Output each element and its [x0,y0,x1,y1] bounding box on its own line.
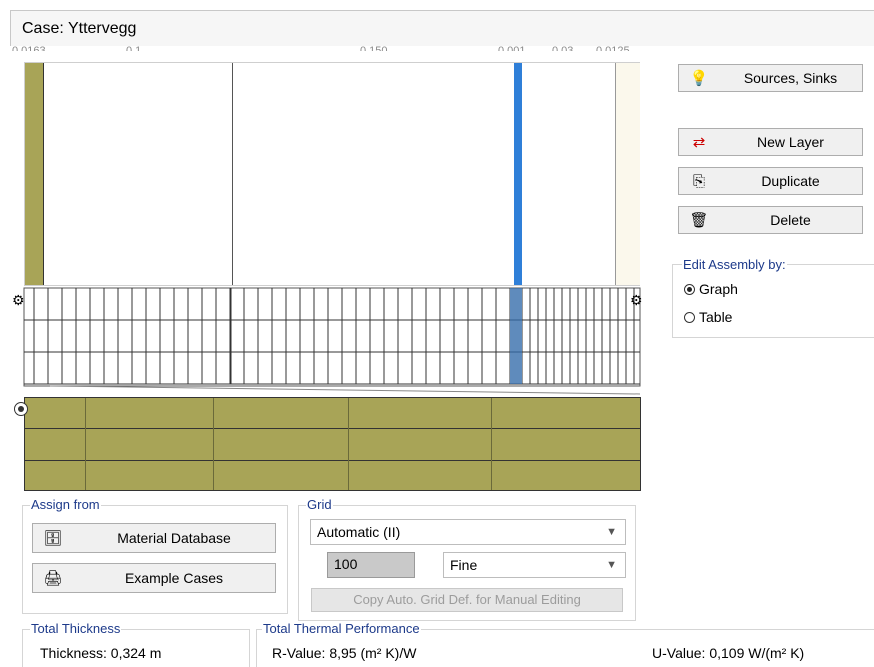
r-value: R-Value: 8,95 (m² K)/W [272,645,417,661]
example-cases-button[interactable]: 🖨 Example Cases [32,563,276,593]
delete-button[interactable]: 🗑 Delete [678,206,863,234]
ruler-label-2: 0.1 [126,45,142,51]
grid-left-handle-icon[interactable]: ⚙ [12,292,25,309]
delete-label: Delete [770,212,811,228]
radio-graph-dot[interactable] [684,283,695,295]
thickness-value: Thickness: 0,324 m [40,645,162,661]
ruler-label-3: 0.150 [360,45,388,51]
total-thickness-legend: Total Thickness [30,621,122,636]
bulb-faucet-icon: 💡 [689,70,709,87]
band-col-line [85,398,86,490]
band-col-line [213,398,214,490]
u-value: U-Value: 0,109 W/(m² K) [652,645,805,661]
target-icon[interactable] [14,402,28,416]
grid-fineness-value: Fine [450,557,478,573]
grid-mesh [23,287,641,395]
grid-right-handle-icon[interactable]: ⚙ [630,292,643,309]
edit-assembly-group [672,264,874,338]
radio-table-label: Table [699,309,733,325]
radio-graph[interactable]: Graph [684,281,738,297]
database-icon: 🗄 [43,530,63,547]
material-database-label: Material Database [117,530,231,546]
ruler-label-4: 0.001 [498,45,526,51]
radio-table-dot[interactable] [684,311,695,323]
new-layer-label: New Layer [757,134,824,150]
edit-assembly-legend: Edit Assembly by: [682,257,787,272]
assign-from-group [22,505,288,614]
band-row-line [25,460,640,461]
grid-mode-value: Automatic (II) [317,524,401,540]
band-col-line [348,398,349,490]
ruler-label-6: 0.0125 [596,45,630,51]
material-database-button[interactable]: 🗄 Material Database [32,523,276,553]
printer-icon: 🖨 [43,570,63,587]
layer-boundary [232,63,233,285]
thermal-performance-legend: Total Thermal Performance [262,621,421,636]
copy-grid-button[interactable]: Copy Auto. Grid Def. for Manual Editing [311,588,623,612]
band-row-line [25,428,640,429]
ruler-label-1: 0.0163 [12,45,46,51]
grid-count-input[interactable]: 100 [327,552,415,578]
layer-interior-board[interactable] [615,63,640,285]
radio-table[interactable]: Table [684,309,732,325]
duplicate-button[interactable]: ⎘ Duplicate [678,167,863,195]
case-title: Case: Yttervegg [22,20,137,37]
radio-graph-label: Graph [699,281,738,297]
duplicate-label: Duplicate [761,173,820,189]
band-col-line [491,398,492,490]
layer-vapor-barrier[interactable] [514,63,522,285]
new-layer-button[interactable]: ⇄ New Layer [678,128,863,156]
grid-fineness-select[interactable]: Fine ▼ [443,552,626,578]
ruler-label-5: 0.03 [552,45,574,51]
grid-legend: Grid [306,497,333,512]
assign-from-legend: Assign from [30,497,101,512]
chevron-down-icon: ▼ [606,559,617,571]
example-cases-label: Example Cases [124,570,224,586]
chevron-down-icon: ▼ [606,526,617,538]
new-layer-icon: ⇄ [692,134,706,151]
sources-sinks-label: Sources, Sinks [743,70,838,86]
grid-mode-select[interactable]: Automatic (II) ▼ [310,519,626,545]
assembly-layer-canvas[interactable] [24,62,640,286]
layer-exterior-cladding[interactable] [25,63,43,285]
layer-table-band[interactable] [24,397,641,491]
trash-icon: 🗑 [689,212,709,229]
duplicate-icon: ⎘ [692,172,705,190]
sources-sinks-button[interactable]: 💡 Sources, Sinks [678,64,863,92]
layer-boundary [43,63,44,285]
